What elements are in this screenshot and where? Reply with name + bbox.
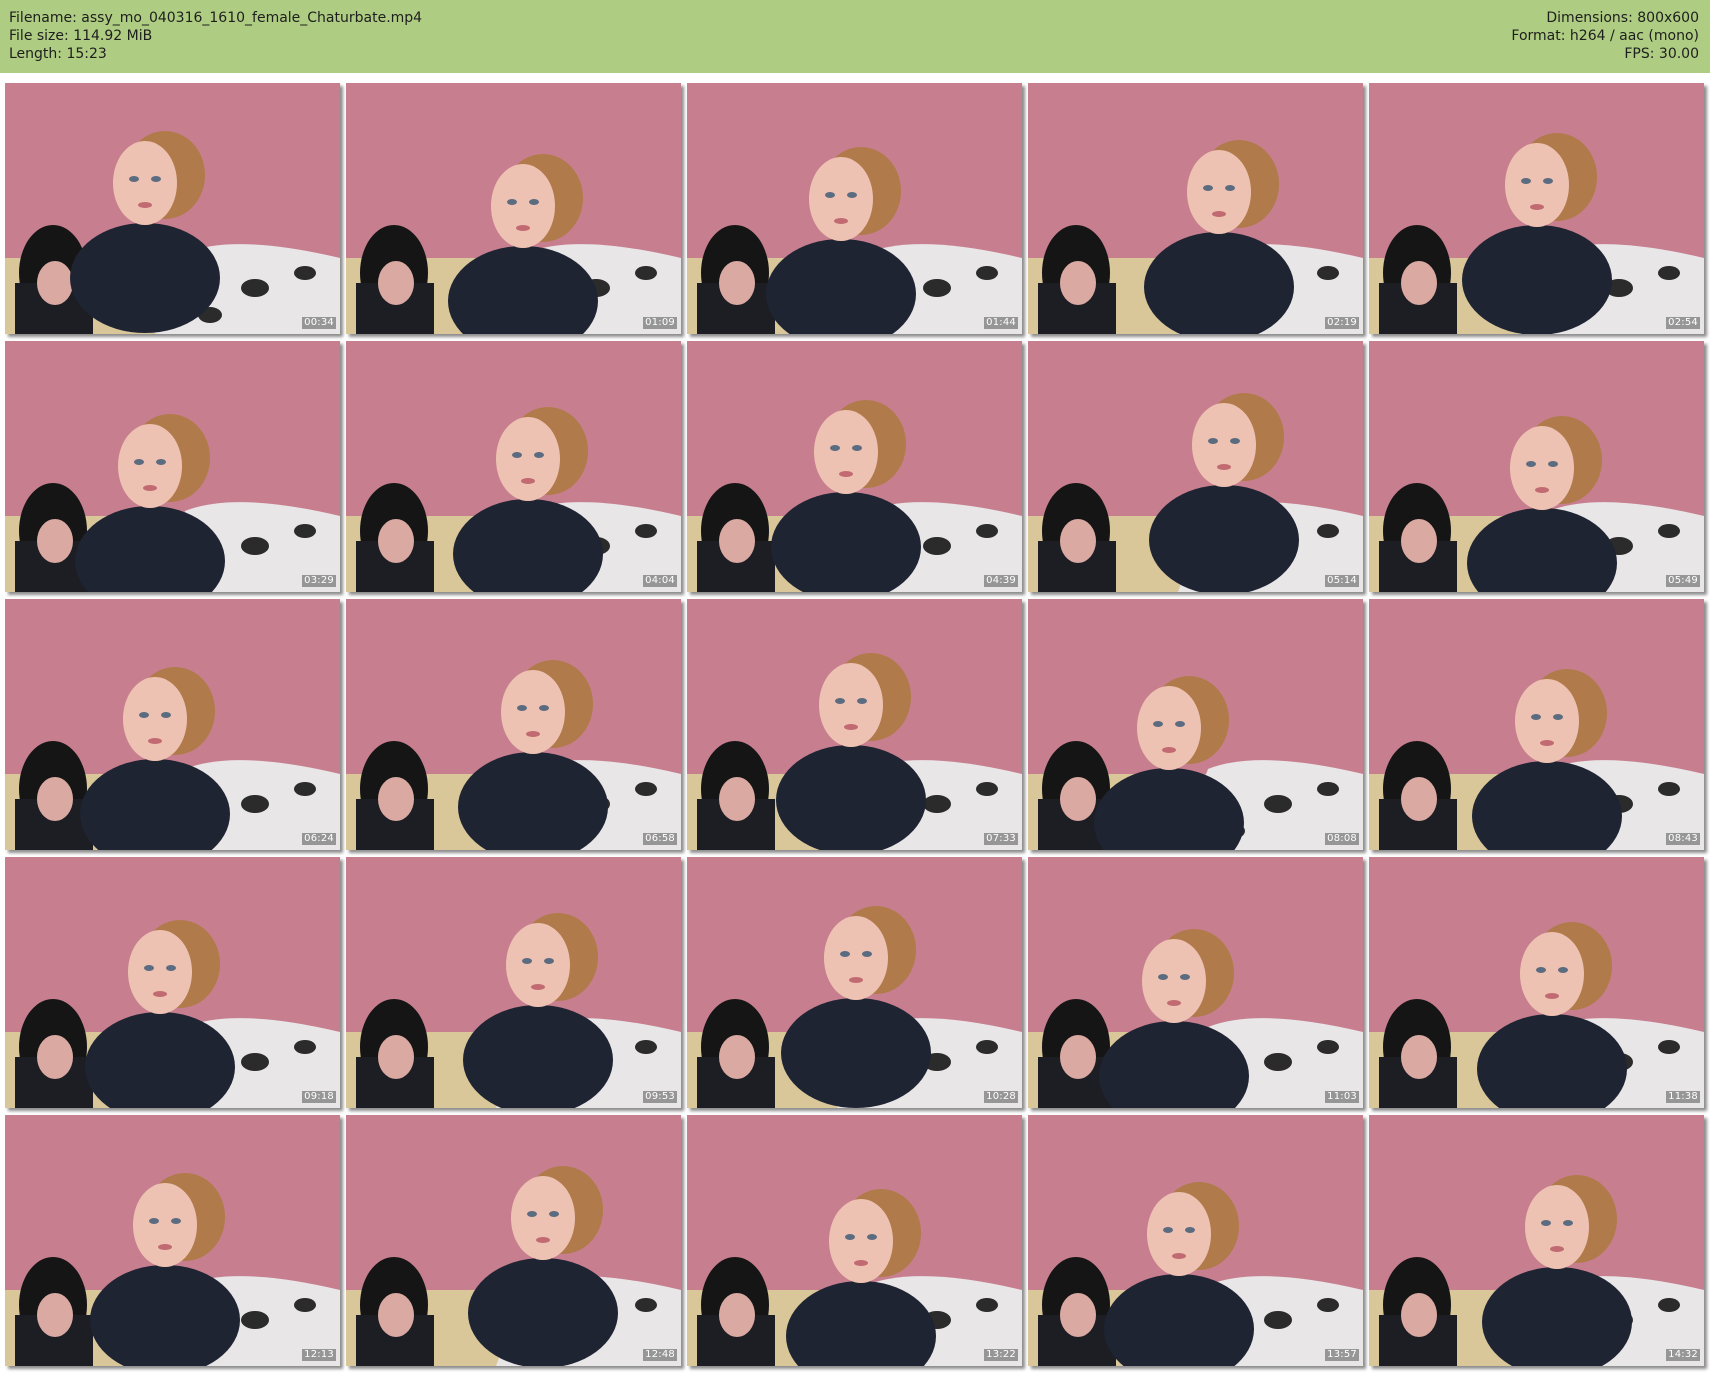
video-thumbnail[interactable]: 12:13 [5,1115,340,1366]
timestamp-label: 11:03 [1325,1091,1359,1103]
video-thumbnail[interactable]: 05:49 [1369,341,1704,592]
video-frame-thumbnail [346,857,681,1108]
timestamp-label: 13:57 [1325,1349,1359,1361]
video-frame-thumbnail [346,341,681,592]
timestamp-label: 05:49 [1666,575,1700,587]
timestamp-label: 05:14 [1325,575,1359,587]
timestamp-label: 02:19 [1325,317,1359,329]
video-thumbnail[interactable]: 01:09 [346,83,681,334]
video-frame-thumbnail [1369,857,1704,1108]
timestamp-label: 07:33 [984,833,1018,845]
video-frame-thumbnail [5,599,340,850]
video-frame-thumbnail [346,83,681,334]
timestamp-label: 01:44 [984,317,1018,329]
video-frame-thumbnail [1369,341,1704,592]
video-thumbnail[interactable]: 04:39 [687,341,1022,592]
video-thumbnail[interactable]: 12:48 [346,1115,681,1366]
video-thumbnail[interactable]: 03:29 [5,341,340,592]
video-frame-thumbnail [1028,341,1363,592]
timestamp-label: 02:54 [1666,317,1700,329]
timestamp-label: 00:34 [302,317,336,329]
video-frame-thumbnail [1028,83,1363,334]
video-frame-thumbnail [346,1115,681,1366]
video-thumbnail[interactable]: 07:33 [687,599,1022,850]
video-thumbnail[interactable]: 10:28 [687,857,1022,1108]
video-thumbnail[interactable]: 14:32 [1369,1115,1704,1366]
video-frame-thumbnail [5,857,340,1108]
video-frame-thumbnail [346,599,681,850]
video-frame-thumbnail [687,341,1022,592]
video-thumbnail[interactable]: 08:08 [1028,599,1363,850]
timestamp-label: 11:38 [1666,1091,1700,1103]
timestamp-label: 13:22 [984,1349,1018,1361]
video-frame-thumbnail [5,341,340,592]
video-thumbnail[interactable]: 11:38 [1369,857,1704,1108]
timestamp-label: 01:09 [643,317,677,329]
video-frame-thumbnail [687,1115,1022,1366]
timestamp-label: 04:04 [643,575,677,587]
video-thumbnail[interactable]: 13:57 [1028,1115,1363,1366]
video-thumbnail[interactable]: 00:34 [5,83,340,334]
timestamp-label: 12:48 [643,1349,677,1361]
video-thumbnail[interactable]: 06:58 [346,599,681,850]
video-thumbnail[interactable]: 02:54 [1369,83,1704,334]
video-frame-thumbnail [687,857,1022,1108]
video-frame-thumbnail [5,1115,340,1366]
timestamp-label: 06:58 [643,833,677,845]
video-frame-thumbnail [687,83,1022,334]
video-thumbnail[interactable]: 05:14 [1028,341,1363,592]
video-frame-thumbnail [1369,83,1704,334]
timestamp-label: 12:13 [302,1349,336,1361]
timestamp-label: 08:43 [1666,833,1700,845]
timestamp-label: 14:32 [1666,1349,1700,1361]
timestamp-label: 06:24 [302,833,336,845]
video-thumbnail[interactable]: 02:19 [1028,83,1363,334]
video-frame-thumbnail [1369,599,1704,850]
video-frame-thumbnail [1028,599,1363,850]
thumbnail-grid: 00:34 01:09 01:44 02:19 02:54 03:29 04:04 04:39… [0,0,1710,1373]
video-thumbnail[interactable]: 01:44 [687,83,1022,334]
timestamp-label: 04:39 [984,575,1018,587]
video-thumbnail[interactable]: 11:03 [1028,857,1363,1108]
timestamp-label: 08:08 [1325,833,1359,845]
timestamp-label: 10:28 [984,1091,1018,1103]
video-frame-thumbnail [1028,857,1363,1108]
video-thumbnail[interactable]: 08:43 [1369,599,1704,850]
video-frame-thumbnail [1369,1115,1704,1366]
video-thumbnail[interactable]: 13:22 [687,1115,1022,1366]
video-thumbnail[interactable]: 09:18 [5,857,340,1108]
video-frame-thumbnail [1028,1115,1363,1366]
video-thumbnail[interactable]: 04:04 [346,341,681,592]
timestamp-label: 09:18 [302,1091,336,1103]
video-thumbnail[interactable]: 06:24 [5,599,340,850]
timestamp-label: 03:29 [302,575,336,587]
video-frame-thumbnail [5,83,340,334]
video-thumbnail[interactable]: 09:53 [346,857,681,1108]
timestamp-label: 09:53 [643,1091,677,1103]
video-frame-thumbnail [687,599,1022,850]
